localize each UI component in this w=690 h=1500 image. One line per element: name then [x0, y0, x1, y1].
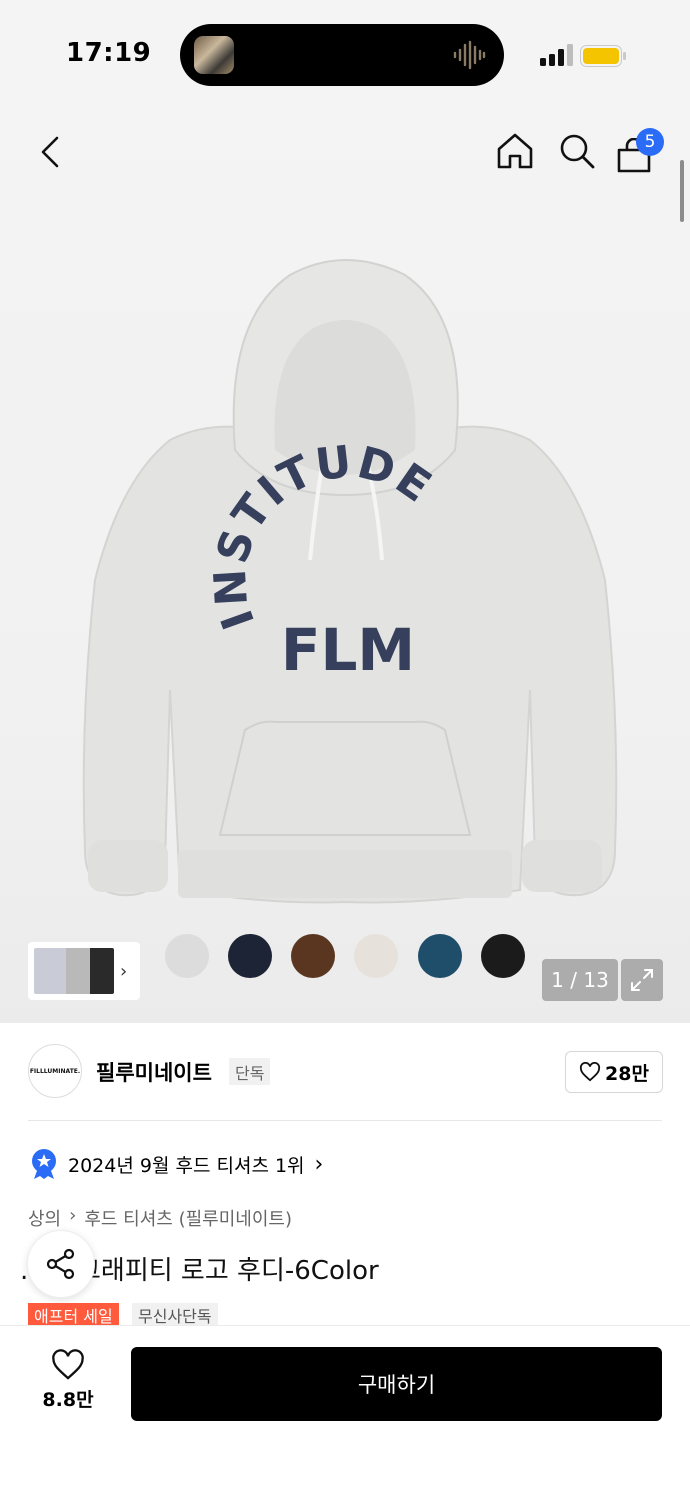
- dynamic-island[interactable]: [180, 24, 504, 86]
- color-swatch[interactable]: [228, 934, 272, 978]
- now-playing-artwork: [194, 36, 234, 74]
- brand-logo[interactable]: FILLLUMINATE.: [28, 1044, 82, 1098]
- product-gallery[interactable]: 17:19 5 INSTITUDE FLM › 1 / 13: [0, 0, 690, 1023]
- ranking-text: 2024년 9월 후드 티셔츠 1위: [68, 1154, 305, 1177]
- print-text-bottom: FLM: [281, 616, 415, 684]
- brand-like-button[interactable]: 28만: [565, 1051, 663, 1093]
- heart-icon: [52, 1349, 84, 1380]
- thumbnail-image: [34, 948, 114, 994]
- home-icon: [497, 133, 533, 169]
- color-swatch[interactable]: [291, 934, 335, 978]
- breadcrumb-subcategory[interactable]: 후드 티셔츠 (필루미네이트): [84, 1205, 292, 1231]
- cart-button[interactable]: 5: [614, 128, 664, 176]
- breadcrumb-category[interactable]: 상의: [28, 1205, 61, 1231]
- brand-exclusive-tag: 단독: [229, 1058, 271, 1085]
- chevron-left-icon: [41, 136, 59, 168]
- heart-icon: [579, 1062, 601, 1082]
- color-swatch[interactable]: [165, 934, 209, 978]
- brand-name[interactable]: 필루미네이트: [96, 1057, 212, 1087]
- image-counter: 1 / 13: [542, 959, 618, 1001]
- back-button[interactable]: [28, 130, 72, 174]
- buy-button[interactable]: 구매하기: [131, 1347, 662, 1421]
- color-swatch[interactable]: [418, 934, 462, 978]
- battery-icon: [580, 45, 626, 67]
- search-button[interactable]: [554, 128, 600, 174]
- bottom-action-bar: 8.8만 구매하기: [0, 1325, 690, 1500]
- ranking-badge-icon: [32, 1149, 56, 1179]
- ranking-link[interactable]: 2024년 9월 후드 티셔츠 1위 ›: [30, 1148, 323, 1180]
- search-icon: [560, 134, 595, 169]
- scrollbar[interactable]: [680, 160, 684, 222]
- breadcrumb: 상의 › 후드 티셔츠 (필루미네이트): [28, 1205, 292, 1231]
- divider: [28, 1120, 662, 1121]
- signal-icon: [540, 44, 573, 66]
- color-swatch[interactable]: [354, 934, 398, 978]
- share-button[interactable]: [27, 1230, 95, 1298]
- chevron-right-icon: ›: [314, 1151, 324, 1177]
- brand-like-count: 28만: [605, 1062, 649, 1085]
- share-icon: [46, 1248, 75, 1280]
- product-image[interactable]: INSTITUDE FLM: [60, 250, 630, 910]
- wishlist-count: 8.8만: [42, 1389, 94, 1411]
- wishlist-button[interactable]: 8.8만: [38, 1349, 98, 1419]
- cart-count-badge: 5: [636, 128, 664, 156]
- expand-button[interactable]: [621, 959, 663, 1001]
- chevron-right-icon: ›: [120, 960, 128, 982]
- color-swatch[interactable]: [481, 934, 525, 978]
- status-time: 17:19: [66, 38, 152, 68]
- audio-wave-icon: [453, 40, 486, 70]
- thumbnail-strip[interactable]: ›: [28, 942, 140, 1000]
- expand-icon: [631, 969, 653, 991]
- home-button[interactable]: [492, 128, 538, 174]
- chevron-right-icon: ›: [69, 1205, 77, 1226]
